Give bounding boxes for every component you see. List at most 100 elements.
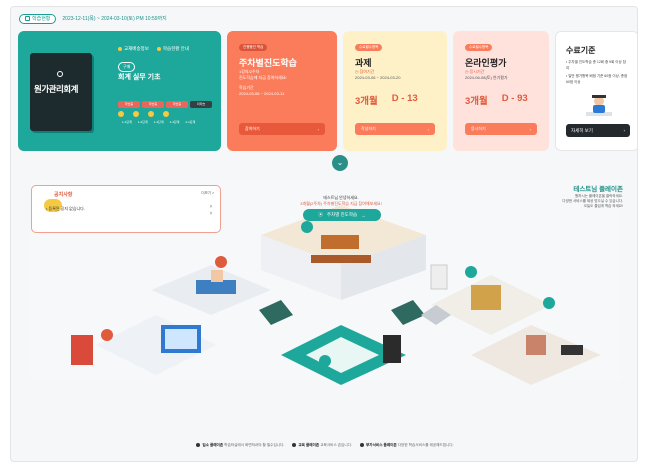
smile-icon [163,111,169,117]
chapter-3[interactable]: 학습중 [166,101,188,108]
dday-row: 3개월 D - 93 [465,93,528,107]
page-frame: 학습현황 2023-12-11(목) ~ 2024-03-10(토) PM 10… [10,6,638,462]
dday-label: D - 13 [391,93,418,104]
view-details-label: 자세히 보기 [571,127,593,133]
bolt-icon [118,46,122,51]
online-exam-card: 수료필수항목 온라인평가 ◷ 응시기간 2024-06-08(토) 연기평가 3… [453,31,549,151]
period-value: 2024-03-06 ~ 2024-03-20 [355,75,401,80]
status-badge: 수료필수항목 [465,44,493,51]
play-zone-title: 테스트님 플레이존 [573,186,623,193]
pin-icon [292,442,297,447]
chapter-1[interactable]: 학습중 [118,101,140,108]
completion-criteria-card: 수료기준 • 주차별 진도학습 총 12회 중 9회 이상 참여 • 일반 평가… [555,31,637,151]
chapter-2[interactable]: 학습중 [142,101,164,108]
chevron-right-icon: › [427,126,429,132]
textbook-title: 원가관리회계 [34,84,78,94]
chapter-progress: 학습중 학습중 학습중 미학습 [118,101,212,108]
progress-faces [118,111,169,117]
zone-marker-icon[interactable] [215,256,227,268]
card-title: 수료기준 [566,46,596,55]
join-button-label: 참여하기 [245,126,260,131]
pin-icon [196,442,201,447]
step-labels: 1-1단계 1-2단계 1-3단계 1-4단계 2-1단계 [122,120,195,124]
status-label: 참여기간 [359,69,375,74]
notice-title: 공지사항 [54,192,73,198]
zone-marker-icon[interactable] [543,297,555,309]
delivery-info-link[interactable]: 교재배송정보 [118,46,149,52]
course-name: 회계 실무 기초 [118,74,161,81]
card-title: 과제 [355,58,372,68]
card-meta: 1강의/2주차 진도학습에 지금 참여하세요! 학습기간 2024-03-06 … [239,69,287,97]
study-period: 2023-12-11(목) ~ 2024-03-10(토) PM 10:59까지 [62,16,167,22]
period-value: 2024-06-08(토) 연기평가 [465,75,508,80]
play-zone-line: 오늘도 즐겁게 학습 하세요! [583,204,623,208]
assignment-card: 수료필수항목 과제 ◷ 참여기간 2024-03-06 ~ 2024-03-20… [343,31,447,151]
chapter-4[interactable]: 미학습 [190,101,212,108]
card-title: 주차별진도학습 [239,58,297,68]
write-button-label: 작성하기 [361,126,376,131]
legend-item: 교육 플레이존 교육서비스 존입니다. [292,443,352,448]
zone-marker-icon[interactable] [101,329,113,341]
write-button[interactable]: 작성하기 › [355,123,435,135]
criteria-item: • 일반 평가항목 배점 기준 60점 이상, 총점 60점 이상 [566,74,628,84]
chevron-right-icon: › [317,126,319,132]
notice-more-link[interactable]: 더보기 > [201,191,214,196]
legend-item: 부가서비스 플레이존 다양한 학습서비스를 제공해드립니다. [359,442,454,448]
notice-scroll-arrows[interactable]: ˄ ˅ [208,204,214,222]
weekly-study-button[interactable]: ⦿ 주차별 진도학습 → [303,209,381,221]
location-pin-icon: ⦿ [318,212,323,217]
months-label: 3개월 [465,96,488,107]
zone-marker-icon[interactable] [301,221,313,233]
course-tags: 교재배송정보 학습현황 안내 [118,46,189,52]
step-label: 1-2단계 [137,120,148,124]
dday-row: 3개월 D - 13 [355,93,418,107]
legend-footer: 입소 플레이존 학습하실에서 화면하셔야 할 필수입니다. 교육 플레이존 교육… [11,435,637,455]
step-label: 2-1단계 [185,120,196,124]
pin-icon [359,442,364,447]
months-label: 3개월 [355,96,378,107]
status-label: 응시기간 [469,69,485,74]
zone-marker-icon[interactable] [465,266,477,278]
card-meta: ◷ 응시기간 2024-06-08(토) 연기평가 [465,69,508,81]
course-card: 원가관리회계 교재배송정보 학습현황 안내 구매 회계 실무 기초 학습중 학습… [18,31,221,151]
greeting-text: 테스트님 안녕하세요. 3개월(2주차) 주차별진도학습 지금 참여해보세요! [281,195,401,207]
take-exam-button-label: 응시하기 [471,126,486,131]
study-status-label: 학습현황 [32,16,51,22]
step-label: 1-1단계 [122,120,132,124]
top-bar: 학습현황 2023-12-11(목) ~ 2024-03-10(토) PM 10… [19,12,167,25]
chevron-right-icon: › [529,126,531,132]
study-status-badge[interactable]: 학습현황 [19,13,57,24]
textbook-mark-icon [57,71,63,77]
take-exam-button[interactable]: 응시하기 › [465,123,537,135]
clock-icon: ◷ [355,69,359,74]
join-button[interactable]: 참여하기 › [239,123,325,135]
step-label: 1-3단계 [153,120,164,124]
smile-icon [133,111,139,117]
criteria-item: • 주차별 진도학습 총 12회 중 9회 이상 참여 [566,60,626,70]
calendar-icon [25,16,30,21]
study-guide-link[interactable]: 학습현황 안내 [156,46,189,52]
notice-panel: 공지사항 더보기 > • 등록된 공지 없습니다. ˄ ˅ [31,185,221,233]
arrow-right-icon: → [361,212,366,218]
course-type-badge: 구매 [118,62,136,72]
zone-marker-icon[interactable] [319,355,331,367]
clock-icon: ◷ [465,69,469,74]
greeting-line-2: 3개월(2주차) 주차별진도학습 지금 참여해보세요! [300,201,382,206]
card-title: 온라인평가 [465,58,507,68]
weekly-study-button-label: 주차별 진도학습 [326,212,358,217]
graduate-illustration [586,95,612,116]
legend-item: 입소 플레이존 학습하실에서 화면하셔야 할 필수입니다. [196,443,284,448]
period-value: 2024-03-06 ~ 2024-03-11 [239,91,285,96]
view-details-button[interactable]: 자세히 보기 › [566,124,630,137]
card-meta: ◷ 참여기간 2024-03-06 ~ 2024-03-20 [355,69,400,81]
smile-icon [148,111,154,117]
invite-text: 진도학습에 지금 참여하세요! [239,75,287,80]
week-label: 1강의/2주차 [239,69,260,74]
criteria-list: • 주차별 진도학습 총 12회 중 9회 이상 참여 • 일반 평가항목 배점… [566,60,628,85]
textbook-cover[interactable]: 원가관리회계 [30,53,92,131]
step-label: 1-4단계 [169,120,180,124]
status-badge: 진행중인 학습 [239,44,268,51]
dday-label: D - 93 [501,93,528,104]
notice-item: • 등록된 공지 없습니다. [46,206,85,211]
weekly-study-card: 진행중인 학습 주차별진도학습 1강의/2주차 진도학습에 지금 참여하세요! … [227,31,337,151]
